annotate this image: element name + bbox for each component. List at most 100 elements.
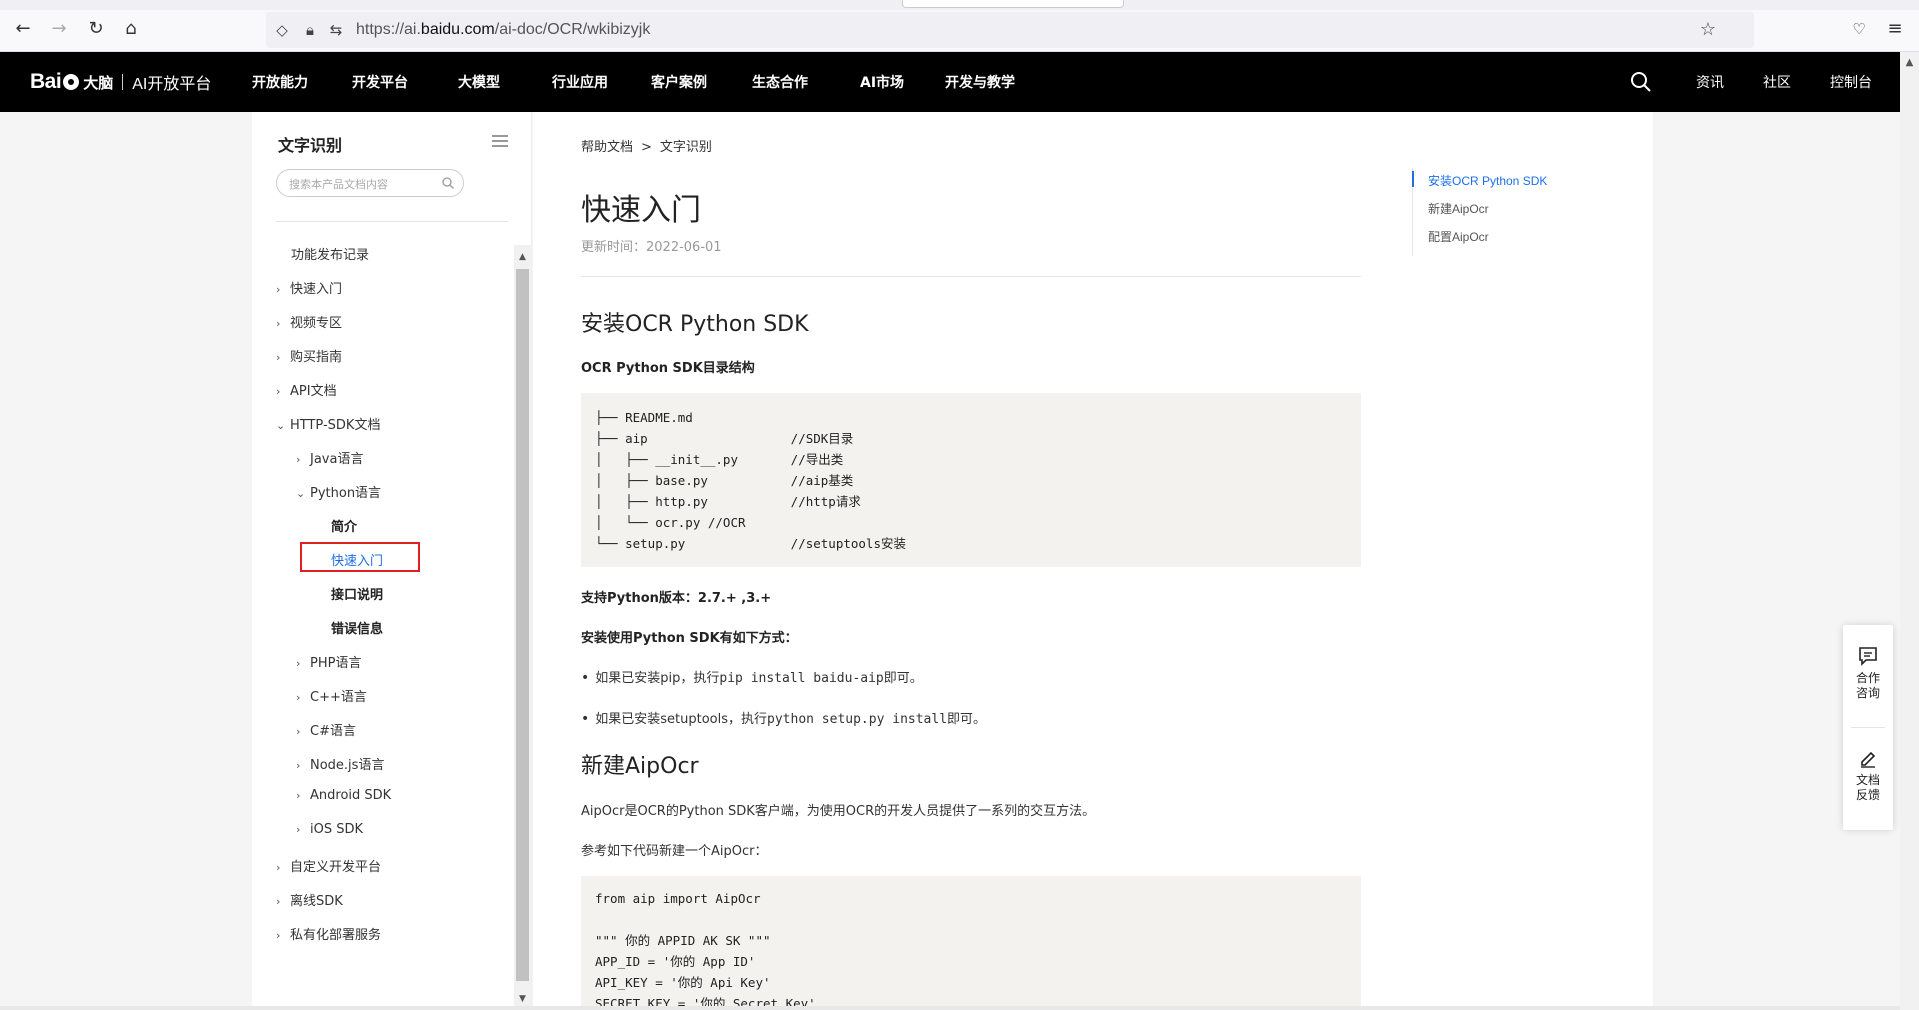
sidebar-item-ios[interactable]: › iOS SDK: [296, 822, 363, 837]
sidebar-item-release-notes[interactable]: 功能发布记录: [291, 244, 369, 263]
edit-pencil-icon: [1861, 751, 1876, 768]
sidebar-scrollbar[interactable]: ▲ ▼: [514, 245, 531, 1010]
nav-item-open-capabilities[interactable]: 开放能力: [252, 72, 308, 92]
toc-active-marker: [1412, 171, 1414, 187]
sidebar-item-python-intro[interactable]: 简介: [331, 516, 357, 535]
back-icon[interactable]: ←: [12, 18, 34, 40]
address-bar[interactable]: ◇ 🔒︎ ⇆ https://ai.baidu.com/ai-doc/OCR/w…: [266, 12, 1754, 48]
sidebar-item-csharp[interactable]: › C#语言: [296, 720, 356, 739]
install-bullet-setuptools: 如果已安装setuptools，执行python setup.py instal…: [581, 708, 986, 727]
table-of-contents: 安装OCR Python SDK 新建AipOcr 配置AipOcr: [1412, 168, 1632, 256]
search-icon[interactable]: [1630, 71, 1652, 93]
sidebar-divider: [276, 221, 508, 222]
chat-icon: [1859, 647, 1877, 666]
nav-item-dev-teaching[interactable]: 开发与教学: [945, 72, 1015, 92]
sidebar-item-python-api[interactable]: 接口说明: [331, 584, 383, 603]
collapse-menu-icon[interactable]: [492, 135, 508, 147]
scroll-up-icon[interactable]: ▲: [1903, 56, 1916, 69]
nav-item-community[interactable]: 社区: [1763, 72, 1791, 92]
section-install-sdk-heading: 安装OCR Python SDK: [581, 312, 809, 337]
toc-item-new-aipocr[interactable]: 新建AipOcr: [1428, 200, 1489, 217]
scroll-down-icon[interactable]: ▼: [516, 993, 529, 1006]
aipocr-reference-text: 参考如下代码新建一个AipOcr：: [581, 844, 768, 859]
sidebar-item-python[interactable]: ⌄ Python语言: [296, 482, 381, 501]
pocket-icon[interactable]: ♡: [1848, 18, 1870, 40]
chevron-right-icon: ›: [276, 895, 281, 908]
reload-icon[interactable]: ↻: [85, 18, 107, 40]
consult-button[interactable]: 合作 咨询: [1843, 645, 1893, 701]
chevron-right-icon: ›: [296, 823, 301, 836]
lock-icon[interactable]: 🔒︎: [300, 20, 320, 40]
code-block-structure: ├── README.md ├── aip //SDK目录 │ ├── __in…: [581, 393, 1361, 567]
chevron-right-icon: ›: [276, 283, 281, 296]
baidu-ai-logo[interactable]: Bai 大脑 AI开放平台: [30, 68, 211, 96]
sidebar-item-custom-platform[interactable]: › 自定义开发平台: [276, 856, 381, 875]
doc-sidebar: 文字识别 功能发布记录 ›快速入门 ›视频专区 ›购买指南 ›API文档 ⌄HT…: [252, 112, 532, 1010]
toc-item-install-sdk[interactable]: 安装OCR Python SDK: [1428, 172, 1547, 189]
feedback-button[interactable]: 文档 反馈: [1843, 747, 1893, 803]
sidebar-search-input[interactable]: [289, 175, 439, 193]
chevron-right-icon: ›: [296, 453, 301, 466]
chevron-right-icon: ›: [296, 789, 301, 802]
breadcrumb-help-docs[interactable]: 帮助文档: [581, 140, 633, 155]
browser-toolbar: ← → ↻ ⌂ ◇ 🔒︎ ⇆ https://ai.baidu.com/ai-d…: [0, 0, 1919, 52]
breadcrumb-ocr[interactable]: 文字识别: [660, 140, 712, 155]
sidebar-item-python-errors[interactable]: 错误信息: [331, 618, 383, 637]
sidebar-item-private-deploy[interactable]: › 私有化部署服务: [276, 924, 381, 943]
url-text[interactable]: https://ai.baidu.com/ai-doc/OCR/wkibizyj…: [356, 21, 650, 39]
sidebar-item-videos[interactable]: › 视频专区: [276, 312, 342, 331]
page-scrollbar[interactable]: ▲: [1900, 52, 1919, 1010]
sidebar-item-api-docs[interactable]: › API文档: [276, 380, 337, 399]
nav-item-industry[interactable]: 行业应用: [552, 72, 608, 92]
nav-item-cases[interactable]: 客户案例: [651, 72, 707, 92]
sidebar-item-java[interactable]: › Java语言: [296, 448, 363, 467]
chevron-right-icon: ›: [276, 929, 281, 942]
nav-item-ai-market[interactable]: AI市场: [860, 72, 904, 92]
aipocr-description: AipOcr是OCR的Python SDK客户端，为使用OCR的开发人员提供了一…: [581, 804, 1096, 819]
bookmark-star-icon[interactable]: ☆: [1698, 20, 1718, 40]
chevron-right-icon: ›: [276, 317, 281, 330]
sidebar-item-offline-sdk[interactable]: › 离线SDK: [276, 890, 343, 909]
install-ways-heading: 安装使用Python SDK有如下方式：: [581, 631, 798, 646]
chevron-right-icon: ›: [276, 351, 281, 364]
toc-item-config-aipocr[interactable]: 配置AipOcr: [1428, 228, 1489, 245]
sidebar-item-python-quickstart[interactable]: 快速入门: [331, 550, 383, 569]
nav-item-ecosystem[interactable]: 生态合作: [752, 72, 808, 92]
sidebar-item-android[interactable]: › Android SDK: [296, 788, 391, 803]
site-header: Bai 大脑 AI开放平台 开放能力 开发平台 大模型 行业应用 客户案例 生态…: [0, 52, 1900, 112]
sidebar-item-quickstart[interactable]: › 快速入门: [276, 278, 342, 297]
page-title: 快速入门: [581, 193, 701, 228]
sidebar-item-php[interactable]: › PHP语言: [296, 652, 361, 671]
nav-item-news[interactable]: 资讯: [1696, 72, 1724, 92]
sidebar-item-http-sdk[interactable]: ⌄ HTTP-SDK文档: [276, 414, 380, 433]
section-new-aipocr-heading: 新建AipOcr: [581, 754, 699, 779]
chevron-right-icon: ›: [296, 725, 301, 738]
shield-icon[interactable]: ◇: [272, 20, 292, 40]
sidebar-scroll-thumb[interactable]: [516, 269, 529, 981]
sidebar-search[interactable]: [276, 169, 464, 197]
update-time: 更新时间：2022-06-01: [581, 240, 722, 255]
nav-item-dev-platform[interactable]: 开发平台: [352, 72, 408, 92]
paw-icon: [63, 74, 80, 90]
widget-divider: [1851, 727, 1885, 728]
chevron-right-icon: ›: [296, 691, 301, 704]
permissions-icon[interactable]: ⇆: [326, 20, 346, 40]
chevron-down-icon: ⌄: [276, 419, 286, 432]
status-strip: [0, 1006, 1900, 1010]
nav-item-console[interactable]: 控制台: [1830, 72, 1872, 92]
menu-icon[interactable]: ≡: [1884, 18, 1906, 40]
breadcrumb: 帮助文档 > 文字识别: [581, 140, 712, 155]
browser-tab[interactable]: [902, 0, 1124, 8]
nav-item-large-model[interactable]: 大模型: [458, 72, 500, 92]
search-icon[interactable]: [441, 176, 455, 190]
chevron-right-icon: ›: [276, 385, 281, 398]
sidebar-item-purchase[interactable]: › 购买指南: [276, 346, 342, 365]
floating-help-widget: 合作 咨询 文档 反馈: [1843, 625, 1893, 830]
forward-icon[interactable]: →: [48, 18, 70, 40]
sidebar-item-nodejs[interactable]: › Node.js语言: [296, 754, 384, 773]
home-icon[interactable]: ⌂: [120, 18, 142, 40]
chevron-right-icon: ›: [296, 759, 301, 772]
sidebar-item-cpp[interactable]: › C++语言: [296, 686, 367, 705]
chevron-right-icon: ›: [276, 861, 281, 874]
scroll-up-icon[interactable]: ▲: [516, 251, 529, 264]
